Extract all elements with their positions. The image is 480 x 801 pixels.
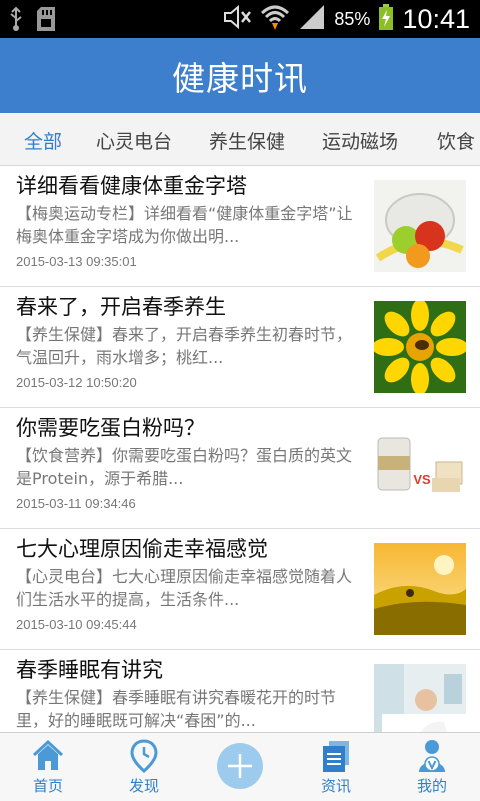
nav-discover-label: 发现 — [128, 777, 159, 795]
tab-diet[interactable]: 饮食 — [437, 127, 475, 154]
battery-percent: 85% — [334, 8, 371, 29]
location-pin-icon — [130, 739, 158, 773]
plus-icon — [228, 754, 252, 778]
profile-icon — [419, 740, 445, 772]
article-summary: 【梅奥运动专栏】详细看看“健康体重金字塔”让梅奥体重金字塔成为你做出明... — [16, 204, 353, 246]
tab-health-care[interactable]: 养生保健 — [209, 127, 285, 154]
article-title: 你需要吃蛋白粉吗？ — [16, 416, 205, 440]
article-summary: 【养生保健】春季睡眠有讲究春暖花开的时节里，好的睡眠既可解决“春困”的... — [16, 688, 337, 730]
article-item[interactable]: 春来了，开启春季养生 【养生保健】春来了，开启春季养生初春时节，气温回升，雨水增… — [0, 287, 480, 408]
page-title: 健康时讯 — [172, 58, 308, 98]
article-item[interactable]: 春季睡眠有讲究 【养生保健】春季睡眠有讲究春暖花开的时节里，好的睡眠既可解决“春… — [0, 650, 480, 732]
nav-news-label: 资讯 — [320, 777, 351, 795]
article-date: 2015-03-13 09:35:01 — [16, 254, 137, 269]
bottom-nav: 首页 发现 资讯 我的 — [0, 732, 480, 801]
protein-vs-tofu-thumbnail: VS — [374, 422, 466, 514]
clock: 10:41 — [402, 3, 470, 34]
vs-text: VS — [413, 472, 431, 487]
nav-discover[interactable]: 发现 — [96, 733, 192, 801]
article-date: 2015-03-10 09:45:44 — [16, 617, 137, 632]
news-icon — [323, 741, 349, 772]
sd-card-icon — [36, 6, 60, 36]
scale-fruit-thumbnail — [374, 180, 466, 272]
nav-home[interactable]: 首页 — [0, 733, 96, 801]
article-summary: 【饮食营养】你需要吃蛋白粉吗？蛋白质的英文是Protein，源于希腊... — [16, 446, 353, 488]
sunset-field-thumbnail — [374, 543, 466, 635]
app-header: 健康时讯 — [0, 38, 480, 113]
article-item[interactable]: 你需要吃蛋白粉吗？ 【饮食营养】你需要吃蛋白粉吗？蛋白质的英文是Protein，… — [0, 408, 480, 529]
battery-icon — [378, 3, 394, 35]
nav-home-label: 首页 — [32, 777, 63, 795]
article-date: 2015-03-12 10:50:20 — [16, 375, 137, 390]
signal-icon — [298, 3, 326, 35]
article-list: 详细看看健康体重金字塔 【梅奥运动专栏】详细看看“健康体重金字塔”让梅奥体重金字… — [0, 166, 480, 732]
nav-news[interactable]: 资讯 — [288, 733, 384, 801]
mute-icon — [222, 3, 252, 35]
article-title: 春来了，开启春季养生 — [16, 295, 226, 319]
nav-profile-label: 我的 — [416, 777, 447, 795]
tab-sports[interactable]: 运动磁场 — [322, 127, 398, 154]
nav-profile[interactable]: 我的 — [384, 733, 480, 801]
usb-icon — [8, 6, 24, 36]
tab-mind-radio[interactable]: 心灵电台 — [96, 127, 172, 154]
category-tabs: 全部 心灵电台 养生保健 运动磁场 饮食 — [0, 113, 480, 166]
article-summary: 【养生保健】春来了，开启春季养生初春时节，气温回升，雨水增多；桃红... — [16, 325, 353, 367]
tab-all[interactable]: 全部 — [24, 127, 62, 154]
article-title: 春季睡眠有讲究 — [16, 658, 163, 682]
article-item[interactable]: 详细看看健康体重金字塔 【梅奥运动专栏】详细看看“健康体重金字塔”让梅奥体重金字… — [0, 166, 480, 287]
article-date: 2015-03-11 09:34:46 — [16, 496, 136, 511]
article-summary: 【心灵电台】七大心理原因偷走幸福感觉随着人们生活水平的提高，生活条件... — [16, 567, 353, 609]
home-icon — [32, 739, 64, 770]
bedroom-thumbnail — [374, 664, 466, 732]
status-bar: 85% 10:41 — [0, 0, 480, 38]
add-button[interactable] — [217, 743, 263, 789]
wifi-icon — [260, 3, 290, 35]
article-title: 七大心理原因偷走幸福感觉 — [16, 537, 268, 561]
article-item[interactable]: 七大心理原因偷走幸福感觉 【心灵电台】七大心理原因偷走幸福感觉随着人们生活水平的… — [0, 529, 480, 650]
article-title: 详细看看健康体重金字塔 — [16, 174, 247, 198]
sunflower-bee-thumbnail — [374, 301, 466, 393]
